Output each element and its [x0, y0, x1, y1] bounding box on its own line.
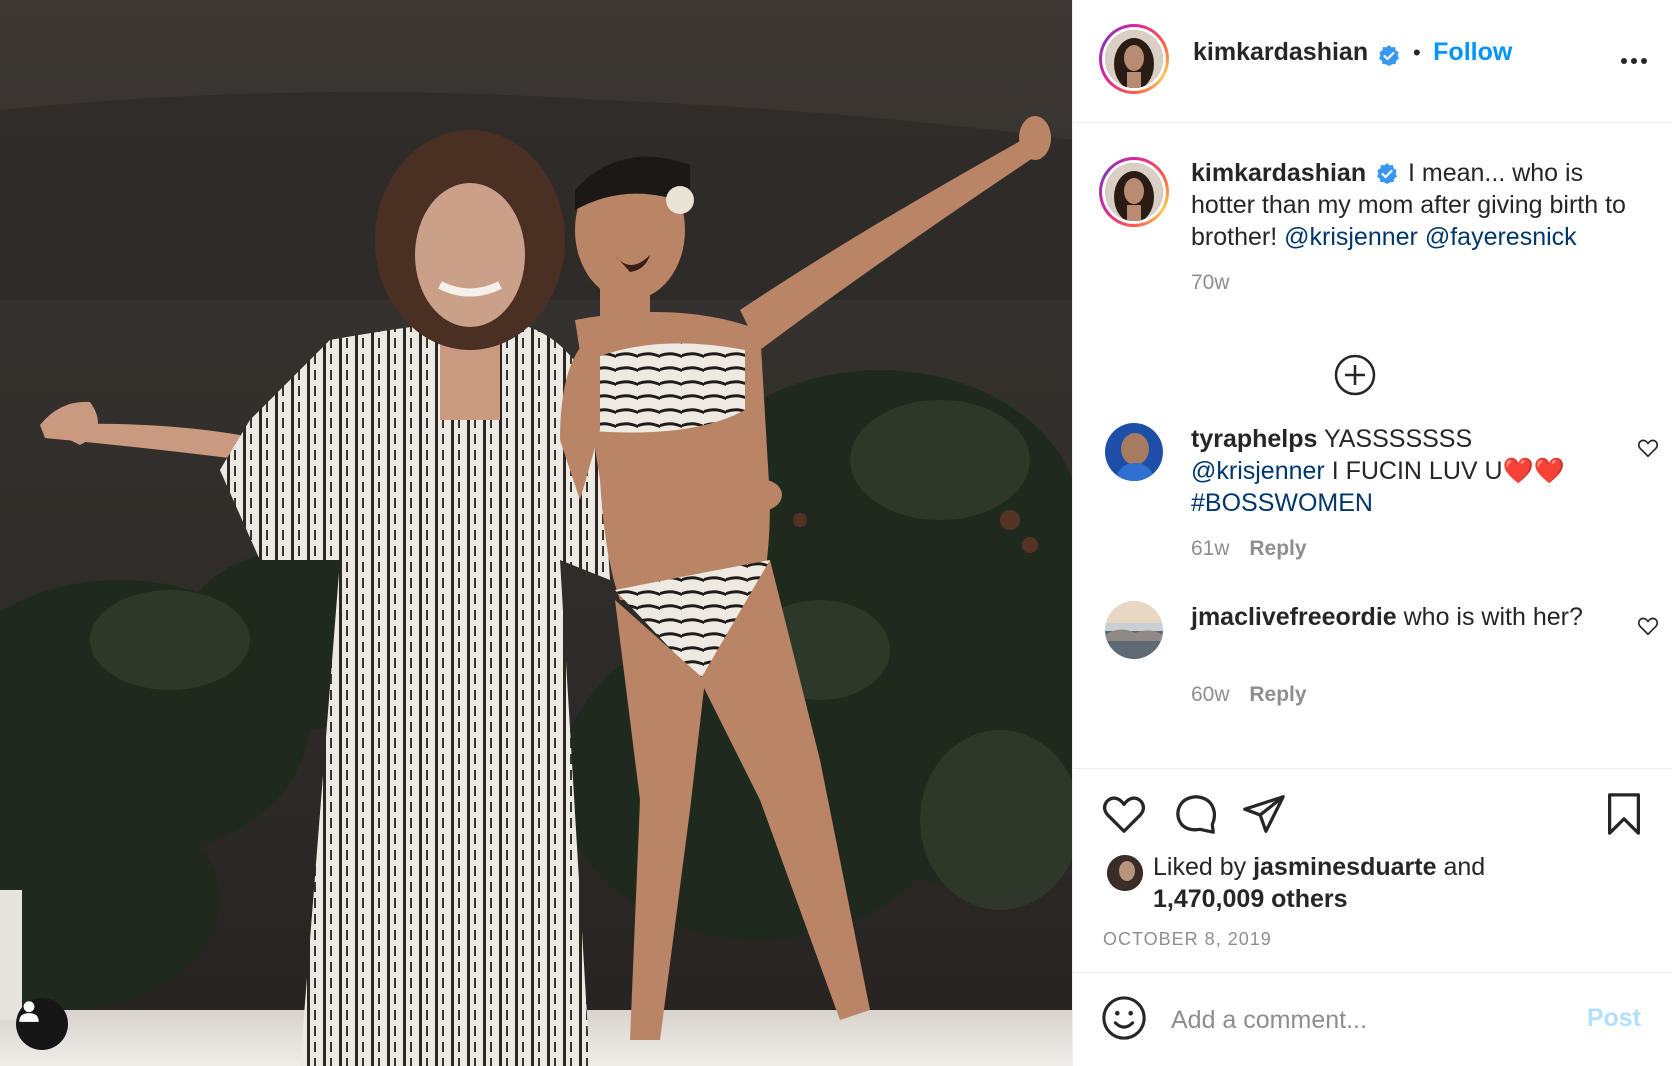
follow-button[interactable]: Follow: [1433, 38, 1512, 66]
comment-text: jmaclivefreeordie who is with her?: [1191, 601, 1591, 633]
comment-username[interactable]: tyraphelps: [1191, 425, 1317, 453]
heart-icon: [1637, 617, 1659, 636]
comment-body: YASSSSSSS: [1323, 425, 1473, 453]
liker-username[interactable]: jasminesduarte: [1253, 853, 1436, 881]
comment-button[interactable]: [1173, 791, 1219, 842]
avatar-image: [1107, 855, 1143, 891]
caption-time[interactable]: 70w: [1191, 271, 1230, 295]
comment-time[interactable]: 61w: [1191, 537, 1230, 560]
comment-mention[interactable]: @krisjenner: [1191, 457, 1325, 485]
heart-icon: [1637, 439, 1659, 458]
liker-avatar[interactable]: [1107, 855, 1143, 891]
comments-list[interactable]: kimkardashian I mean... who is hotter th…: [1073, 123, 1672, 768]
share-button[interactable]: [1241, 791, 1287, 842]
post-date[interactable]: OCTOBER 8, 2019: [1103, 929, 1272, 950]
photo-illustration: [0, 0, 1072, 1066]
reply-button[interactable]: Reply: [1249, 683, 1306, 706]
instagram-post-modal: kimkardashian • Follow kimkardashian I m…: [0, 0, 1672, 1066]
likes-prefix: Liked by: [1153, 853, 1247, 881]
caption-username[interactable]: kimkardashian: [1191, 159, 1366, 187]
speech-bubble-icon: [1176, 795, 1217, 834]
emoji-button[interactable]: [1101, 995, 1147, 1046]
caption-mention[interactable]: @fayeresnick: [1425, 223, 1577, 251]
comment-like-button[interactable]: [1637, 437, 1659, 464]
smiley-icon: [1102, 996, 1146, 1040]
likes-summary: Liked by jasminesduarte and 1,470,009 ot…: [1153, 851, 1485, 915]
tag-user-button[interactable]: [16, 998, 68, 1050]
comment-text: tyraphelps YASSSSSSS @krisjenner I FUCIN…: [1191, 423, 1591, 519]
verified-badge-icon: [1378, 44, 1399, 66]
post-photo[interactable]: [0, 0, 1072, 1066]
comment-time[interactable]: 60w: [1191, 683, 1230, 706]
post-header: kimkardashian • Follow: [1073, 0, 1672, 123]
comment-body: who is with her?: [1403, 603, 1583, 631]
caption-avatar[interactable]: [1099, 157, 1169, 227]
like-button[interactable]: [1101, 791, 1147, 842]
user-tag-icon: [19, 1001, 39, 1022]
save-button[interactable]: [1601, 791, 1647, 842]
paper-plane-icon: [1243, 795, 1285, 833]
add-comment-bar: Post: [1073, 972, 1672, 1066]
author-username[interactable]: kimkardashian: [1193, 38, 1368, 66]
verified-badge-icon: [1377, 163, 1398, 185]
comment-body: I FUCIN LUV U❤️❤️: [1331, 457, 1565, 485]
post-comment-button[interactable]: Post: [1581, 1003, 1647, 1034]
post-side-panel: kimkardashian • Follow kimkardashian I m…: [1072, 0, 1672, 1066]
avatar-image: [1105, 30, 1163, 88]
caption-text: kimkardashian I mean... who is hotter th…: [1191, 157, 1631, 253]
plus-circle-icon: [1334, 354, 1376, 396]
comment-input[interactable]: [1169, 997, 1553, 1043]
comment-item: tyraphelps YASSSSSSS @krisjenner I FUCIN…: [1099, 423, 1659, 573]
caption-mention[interactable]: @krisjenner: [1284, 223, 1418, 251]
comment-like-button[interactable]: [1637, 615, 1659, 642]
header-separator: •: [1413, 40, 1421, 65]
more-options-button[interactable]: [1619, 46, 1649, 81]
comment-item: jmaclivefreeordie who is with her? 60w R…: [1099, 601, 1659, 721]
bookmark-icon: [1607, 793, 1641, 835]
author-avatar[interactable]: [1099, 24, 1169, 94]
commenter-avatar[interactable]: [1105, 423, 1163, 481]
load-more-comments-button[interactable]: [1333, 353, 1377, 402]
comment-hashtag[interactable]: #BOSSWOMEN: [1191, 489, 1373, 517]
avatar-image: [1105, 163, 1163, 221]
comment-meta: 61w Reply: [1191, 537, 1307, 561]
comment-meta: 60w Reply: [1191, 683, 1307, 707]
avatar-image: [1105, 423, 1163, 481]
comment-username[interactable]: jmaclivefreeordie: [1191, 603, 1397, 631]
commenter-avatar[interactable]: [1105, 601, 1163, 659]
heart-icon: [1102, 796, 1146, 833]
avatar-image: [1105, 601, 1163, 659]
post-actions: Liked by jasminesduarte and 1,470,009 ot…: [1073, 768, 1672, 972]
more-options-icon: [1621, 58, 1647, 64]
likes-connector: and: [1443, 853, 1486, 881]
reply-button[interactable]: Reply: [1249, 537, 1306, 560]
likes-count-button[interactable]: 1,470,009 others: [1153, 885, 1348, 913]
